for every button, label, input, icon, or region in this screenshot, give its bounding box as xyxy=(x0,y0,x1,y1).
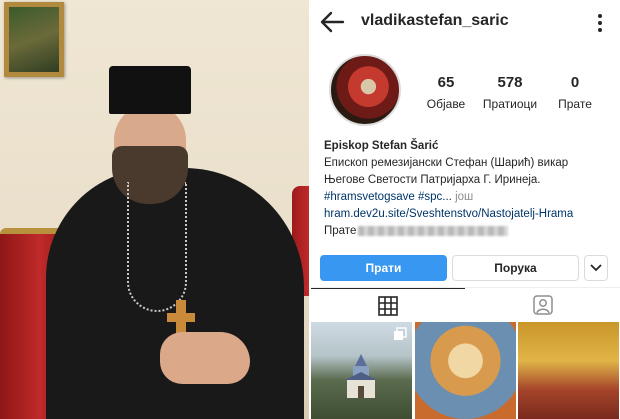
pectoral-cross-bar xyxy=(167,313,195,322)
message-button[interactable]: Порука xyxy=(452,255,579,281)
stat-posts[interactable]: 65 Објаве xyxy=(411,74,481,111)
blurred-followers xyxy=(358,225,509,236)
profile-bio: Episkop Stefan Šarić Епископ ремезијанск… xyxy=(324,138,614,240)
hashtag-link[interactable]: #spc... xyxy=(418,191,452,203)
wall-painting xyxy=(4,2,64,77)
chevron-down-icon xyxy=(590,264,602,272)
website-link[interactable]: hram.dev2u.site/Sveshtenstvo/Nastojatelj… xyxy=(324,206,614,223)
more-link[interactable]: још xyxy=(455,191,473,203)
bio-line-2: Његове Светости Патријарха Г. Иринеја. xyxy=(324,174,541,186)
instagram-profile-screen: vladikastefan_saric 65 Објаве 578 Пратио… xyxy=(311,0,620,419)
followed-by-row[interactable]: Прате xyxy=(324,223,614,240)
posts-count: 65 xyxy=(437,74,455,91)
top-bar: vladikastefan_saric xyxy=(311,0,620,44)
grid-icon xyxy=(378,295,398,316)
tab-grid[interactable] xyxy=(311,288,465,322)
post-thumbnail[interactable] xyxy=(311,322,412,419)
followed-by-label: Прате xyxy=(324,225,357,237)
stat-following[interactable]: 0 Прате xyxy=(540,74,610,111)
follow-button[interactable]: Прати xyxy=(320,255,447,281)
following-count: 0 xyxy=(570,74,580,91)
suggestions-dropdown-button[interactable] xyxy=(584,255,608,281)
multiple-posts-icon xyxy=(394,327,407,340)
bio-hashtags: #hramsvetogsave #spc... још xyxy=(324,189,614,206)
profile-tabs xyxy=(311,287,620,321)
followers-label: Пратиоци xyxy=(482,97,538,111)
portrait-photo xyxy=(0,0,309,419)
post-thumbnail[interactable] xyxy=(415,322,516,419)
tab-tagged[interactable] xyxy=(466,288,620,322)
avatar[interactable] xyxy=(329,54,401,126)
following-label: Прате xyxy=(558,97,592,111)
cross-chain xyxy=(127,182,187,312)
stat-followers[interactable]: 578 Пратиоци xyxy=(475,74,545,111)
tagged-person-icon xyxy=(533,295,553,315)
posts-label: Објаве xyxy=(426,97,466,111)
church-image xyxy=(345,354,377,398)
vertical-dots-icon[interactable] xyxy=(595,13,605,33)
posts-grid xyxy=(311,322,620,419)
followers-count: 578 xyxy=(497,74,523,91)
bio-line-1: Епископ ремезијански Стефан (Шарић) вика… xyxy=(324,157,569,169)
profile-name: Episkop Stefan Šarić xyxy=(324,140,439,152)
profile-username: vladikastefan_saric xyxy=(361,12,509,29)
kamilavka-hat xyxy=(109,66,191,114)
arrow-left-icon[interactable] xyxy=(319,10,345,34)
folded-hands xyxy=(160,332,250,384)
post-thumbnail[interactable] xyxy=(518,322,619,419)
hashtag-link[interactable]: #hramsvetogsave xyxy=(324,191,415,203)
